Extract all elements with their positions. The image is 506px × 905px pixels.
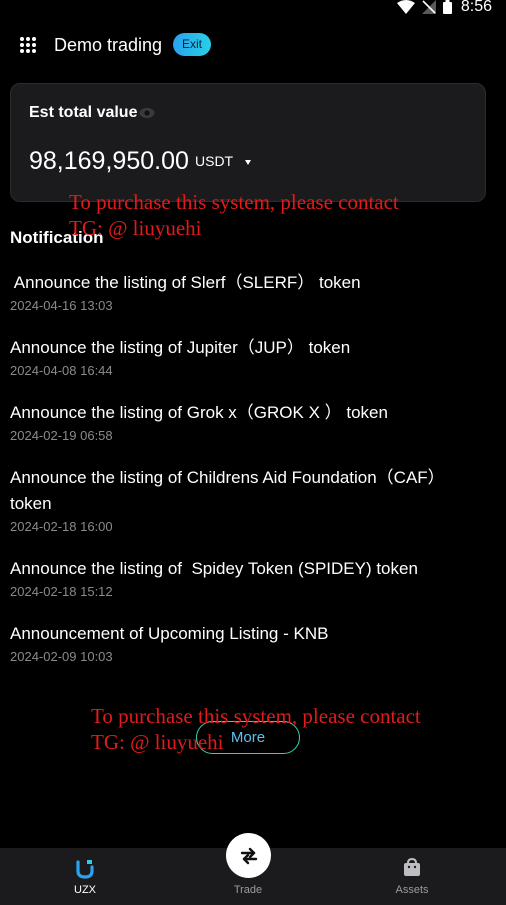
notification-date: 2024-02-18 15:12 (10, 584, 113, 599)
notification-title: Announce the listing of Childrens Aid Fo… (10, 468, 445, 513)
notification-item[interactable]: Announce the listing of Grok x（GROK X ） … (10, 400, 480, 443)
trade-fab-button[interactable] (226, 833, 271, 878)
total-value-card: Est total value 98,169,950.00 USDT (10, 83, 486, 202)
header: Demo trading Exit (0, 32, 506, 58)
nav-item-assets[interactable]: Assets (352, 848, 472, 905)
total-value-label: Est total value (29, 104, 138, 121)
total-value-amount: 98,169,950.00 (29, 147, 189, 175)
notification-date: 2024-02-09 10:03 (10, 649, 113, 664)
notification-title: Announce the listing of Slerf（SLERF） tok… (10, 273, 361, 292)
no-signal-icon (421, 0, 436, 14)
status-icons: 8:56 (396, 0, 492, 15)
notification-date: 2024-02-18 16:00 (10, 519, 113, 534)
notification-title: Announce the listing of Spidey Token (SP… (10, 559, 418, 578)
battery-icon (442, 0, 452, 14)
notification-item[interactable]: Announce the listing of Slerf（SLERF） tok… (10, 270, 480, 313)
status-time: 8:56 (460, 0, 492, 15)
nav-item-uzx[interactable]: UZX (25, 848, 145, 905)
page-title: Demo trading (54, 35, 163, 55)
notification-title: Announce the listing of Grok x（GROK X ） … (10, 403, 388, 422)
nav-label: Trade (233, 884, 263, 896)
grid-menu-icon[interactable] (19, 36, 37, 54)
wifi-icon (396, 0, 415, 14)
exit-demo-button[interactable]: Exit (173, 33, 211, 56)
notification-item[interactable]: Announce the listing of Childrens Aid Fo… (10, 465, 480, 534)
notification-date: 2024-04-16 13:03 (10, 298, 113, 313)
notification-date: 2024-04-08 16:44 (10, 363, 113, 378)
nav-label: UZX (74, 884, 96, 896)
eye-icon[interactable] (139, 107, 155, 119)
notification-title: Announcement of Upcoming Listing - KNB (10, 624, 329, 643)
notification-title: Announce the listing of Jupiter（JUP） tok… (10, 338, 351, 357)
notification-item[interactable]: Announcement of Upcoming Listing - KNB 2… (10, 621, 480, 664)
uzx-logo-icon (76, 860, 94, 879)
wallet-bag-icon (404, 858, 420, 876)
nav-label: Assets (395, 884, 429, 896)
currency-selector[interactable]: USDT (195, 153, 233, 169)
notification-item[interactable]: Announce the listing of Jupiter（JUP） tok… (10, 335, 480, 378)
more-button[interactable]: More (196, 721, 300, 754)
notification-heading: Notification (10, 228, 104, 247)
notification-date: 2024-02-19 06:58 (10, 428, 113, 443)
status-bar: 8:56 (0, 0, 506, 16)
caret-down-icon[interactable] (245, 160, 251, 165)
watermark-line: TG: @ liuyuehi (69, 216, 202, 240)
notification-item[interactable]: Announce the listing of Spidey Token (SP… (10, 556, 480, 599)
swap-arrows-icon (240, 847, 257, 864)
